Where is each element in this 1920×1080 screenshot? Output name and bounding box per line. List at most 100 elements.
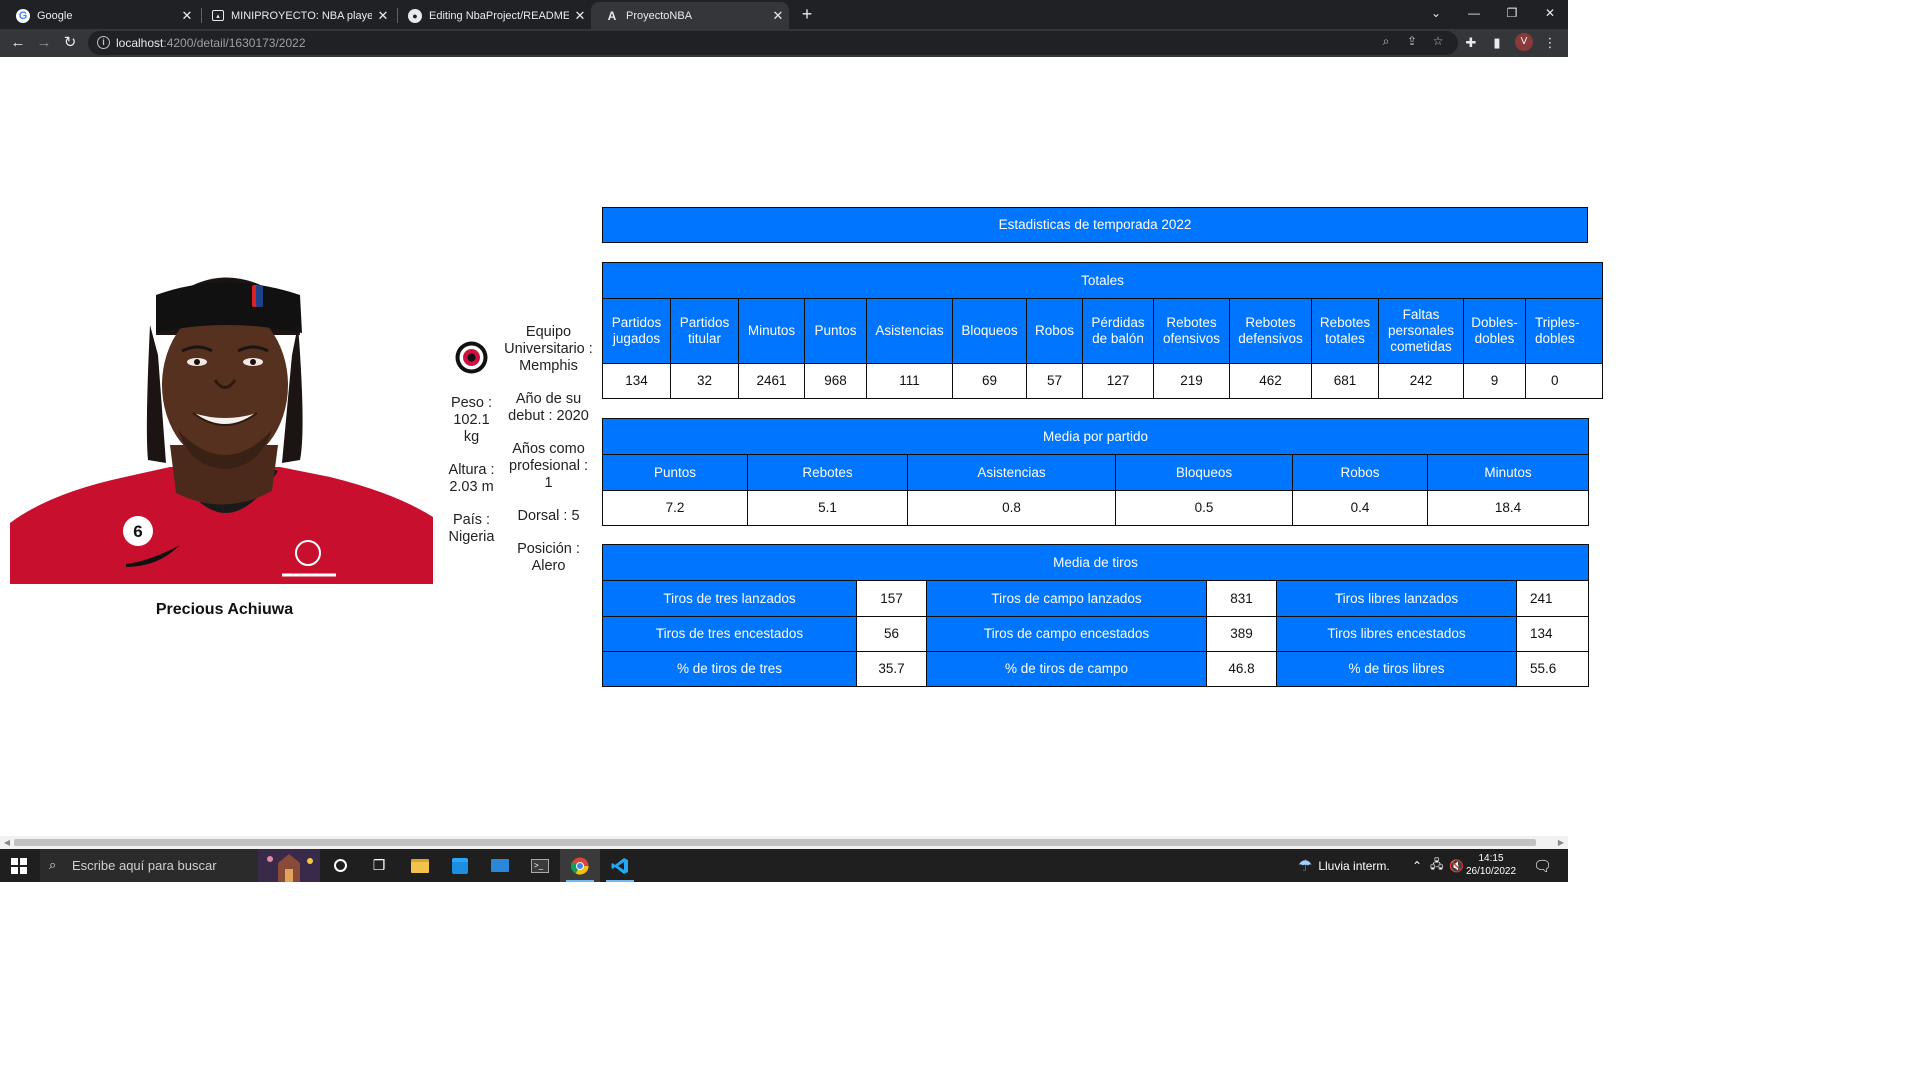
chrome-icon[interactable] [560, 849, 600, 882]
totals-header: Rebotes totales [1311, 298, 1379, 364]
url-text[interactable]: localhost:4200/detail/1630173/2022 [116, 36, 306, 50]
search-placeholder: Escribe aquí para buscar [72, 858, 217, 873]
windows-start-icon[interactable] [11, 858, 27, 874]
shooting-label: % de tiros de campo [926, 651, 1207, 687]
tab-github[interactable]: ● Editing NbaProject/README.md ✕ [394, 2, 591, 29]
shooting-label: % de tiros libres [1276, 651, 1517, 687]
season-title-table: Estadisticas de temporada 2022 [602, 207, 1588, 243]
totals-header: Bloqueos [952, 298, 1027, 364]
averages-header: Minutos [1426, 454, 1590, 491]
averages-value: 0.8 [907, 490, 1116, 526]
player-position: Posición : Alero [517, 541, 580, 574]
taskbar-search-box[interactable]: ⌕ Escribe aquí para buscar [40, 849, 320, 882]
shooting-row: Tiros de tres lanzados 157 Tiros de camp… [602, 580, 1590, 617]
minimize-button[interactable]: — [1459, 3, 1489, 23]
horizontal-scrollbar[interactable]: ◀ ▶ [0, 836, 1568, 849]
averages-value: 0.4 [1292, 490, 1428, 526]
extensions-puzzle-icon[interactable]: ✚ [1462, 34, 1480, 52]
shooting-value: 56 [856, 616, 927, 652]
vscode-icon[interactable] [600, 849, 640, 882]
tab-google[interactable]: G Google ✕ [2, 2, 198, 29]
address-bar[interactable]: i localhost:4200/detail/1630173/2022 [88, 31, 1458, 55]
show-hidden-icons-chevron-icon[interactable]: ⌃ [1412, 849, 1422, 882]
totals-value: 968 [804, 363, 867, 399]
reload-icon[interactable]: ↻ [60, 33, 80, 53]
tab-miniproyecto[interactable]: ▴ MINIPROYECTO: NBA players and ✕ [198, 2, 394, 29]
player-college: Equipo Universitario : Memphis [504, 324, 593, 374]
shooting-table: Media de tiros Tiros de tres lanzados 15… [601, 544, 1590, 687]
shooting-label: Tiros libres encestados [1276, 616, 1517, 652]
close-icon[interactable]: ✕ [372, 8, 394, 24]
shooting-value: 46.8 [1206, 651, 1277, 687]
player-photo: 6 [10, 255, 433, 584]
close-icon[interactable]: ✕ [569, 8, 591, 24]
close-icon[interactable]: ✕ [176, 8, 198, 24]
scrollbar-thumb[interactable] [14, 839, 1536, 846]
totals-value: 462 [1229, 363, 1312, 399]
search-icon: ⌕ [49, 857, 57, 872]
volume-muted-icon[interactable]: 🔇 [1449, 849, 1464, 882]
totals-header-row: Partidos jugados Partidos titular Minuto… [602, 298, 1603, 364]
restore-button[interactable]: ❐ [1497, 3, 1527, 23]
notifications-icon[interactable]: 🗨 [1533, 849, 1552, 882]
totals-header: Rebotes ofensivos [1153, 298, 1230, 364]
image-icon: ▴ [212, 10, 224, 21]
scroll-right-arrow-icon[interactable]: ▶ [1556, 837, 1566, 848]
share-icon[interactable]: ⇪ [1404, 33, 1420, 49]
totals-value: 242 [1378, 363, 1464, 399]
totals-title: Totales [602, 262, 1603, 299]
totals-table: Totales Partidos jugados Partidos titula… [602, 262, 1603, 399]
tab-title: Editing NbaProject/README.md [429, 9, 569, 22]
zoom-icon[interactable]: ⌕ [1378, 33, 1394, 49]
profile-avatar[interactable]: V [1515, 33, 1533, 51]
player-debut: Año de su debut : 2020 [508, 391, 589, 424]
totals-value: 57 [1026, 363, 1083, 399]
new-tab-button[interactable]: + [797, 4, 817, 24]
menu-kebab-icon[interactable]: ⋮ [1541, 34, 1559, 52]
close-window-button[interactable]: ✕ [1535, 3, 1565, 23]
forward-arrow-icon[interactable]: → [34, 33, 54, 53]
averages-value: 0.5 [1115, 490, 1293, 526]
mail-icon[interactable] [480, 849, 520, 882]
microsoft-store-icon[interactable] [440, 849, 480, 882]
cortana-circle-icon[interactable] [320, 849, 360, 882]
totals-value: 9 [1463, 363, 1526, 399]
averages-header: Robos [1292, 454, 1428, 491]
github-icon: ● [408, 8, 422, 23]
google-icon: G [16, 8, 30, 23]
network-icon[interactable]: 🖧 [1430, 849, 1443, 882]
totals-header: Rebotes defensivos [1229, 298, 1312, 364]
task-view-icon[interactable]: ❒ [359, 849, 399, 882]
totals-header: Triples-dobles [1525, 298, 1603, 364]
search-highlight-art [258, 849, 320, 882]
shooting-row: % de tiros de tres 35.7 % de tiros de ca… [602, 651, 1590, 687]
shooting-value: 134 [1515, 616, 1590, 652]
weather-widget[interactable]: ☂ Lluvia interm. [1298, 849, 1390, 882]
tab-search-chevron-icon[interactable]: ⌄ [1421, 3, 1451, 23]
tab-proyectonba[interactable]: A ProyectoNBA ✕ [591, 2, 789, 29]
totals-value: 0 [1525, 363, 1603, 399]
scroll-left-arrow-icon[interactable]: ◀ [2, 837, 12, 848]
file-explorer-icon[interactable] [400, 849, 440, 882]
clock-time: 14:15 [1478, 853, 1504, 864]
terminal-icon[interactable]: >_ [520, 849, 560, 882]
shooting-value: 55.6 [1515, 651, 1590, 687]
close-icon[interactable]: ✕ [767, 8, 789, 24]
totals-header: Partidos titular [670, 298, 739, 364]
browser-tab-strip: G Google ✕ ▴ MINIPROYECTO: NBA players a… [0, 0, 1568, 29]
bookmark-star-icon[interactable]: ☆ [1430, 33, 1446, 49]
totals-value: 2461 [738, 363, 805, 399]
totals-header: Minutos [738, 298, 805, 364]
totals-value: 69 [952, 363, 1027, 399]
side-panel-icon[interactable]: ▮ [1488, 34, 1506, 52]
info-icon[interactable]: i [97, 36, 110, 49]
shooting-label: Tiros de tres lanzados [602, 580, 857, 617]
totals-value: 111 [866, 363, 953, 399]
totals-header: Dobles-dobles [1463, 298, 1526, 364]
totals-header: Pérdidas de balón [1082, 298, 1154, 364]
averages-header-row: Puntos Rebotes Asistencias Bloqueos Robo… [602, 454, 1590, 491]
system-clock[interactable]: 14:15 26/10/2022 [1464, 852, 1518, 878]
totals-header: Faltas personales cometidas [1378, 298, 1464, 364]
back-arrow-icon[interactable]: ← [8, 33, 28, 53]
shooting-label: Tiros de campo lanzados [926, 580, 1207, 617]
